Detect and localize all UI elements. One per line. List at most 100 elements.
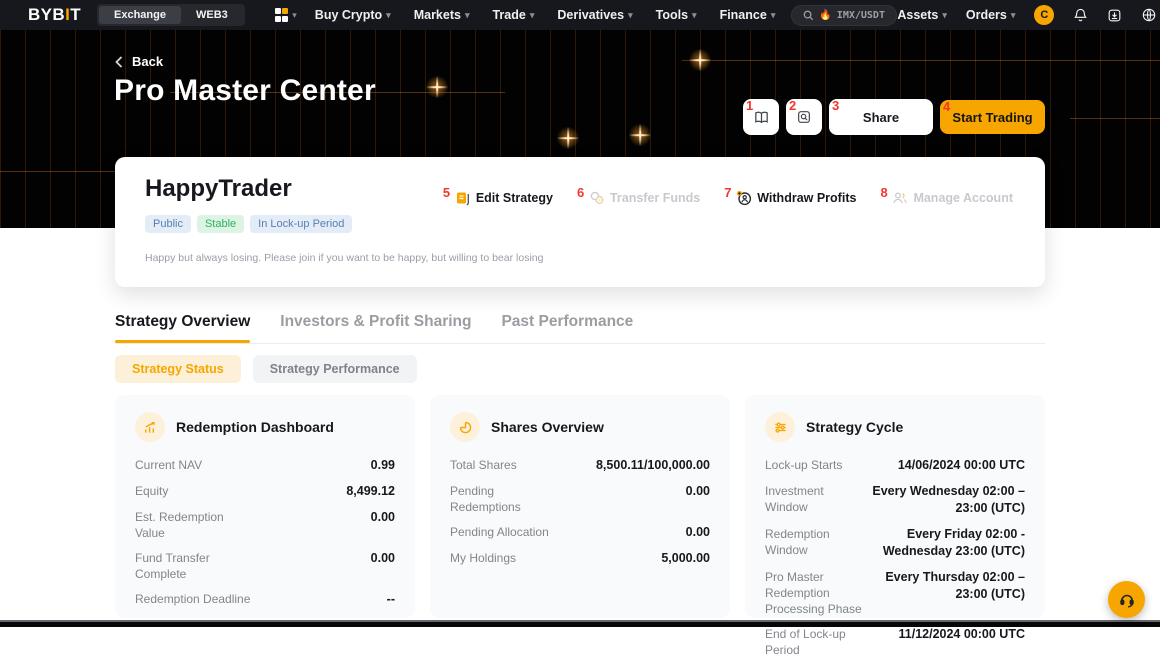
action-label: Manage Account bbox=[913, 191, 1013, 205]
book-icon bbox=[753, 109, 770, 126]
nav-label: Tools bbox=[656, 8, 688, 22]
support-chat-button[interactable] bbox=[1108, 581, 1145, 618]
card-title: Strategy Cycle bbox=[806, 419, 903, 435]
card-rows: Current NAV 0.99 Equity8,499.12 Est. Rede… bbox=[135, 457, 395, 608]
apps-grid-menu[interactable] bbox=[275, 8, 297, 22]
nav-label: Assets bbox=[897, 8, 938, 22]
subtab-strategy-status[interactable]: Strategy Status bbox=[115, 355, 241, 383]
stat-value: 5,000.00 bbox=[661, 550, 710, 567]
trader-profile-card: HappyTrader Public Stable In Lock-up Per… bbox=[115, 157, 1045, 287]
back-button[interactable]: Back bbox=[115, 54, 163, 69]
transfer-funds-button[interactable]: 6 Transfer Funds bbox=[580, 190, 700, 206]
notifications-bell-icon[interactable] bbox=[1073, 7, 1088, 23]
nav-item-finance[interactable]: Finance bbox=[720, 8, 776, 22]
stat-row: Est. Redemption Value0.00 bbox=[135, 509, 395, 541]
strategy-cycle-card: Strategy Cycle Lock-up Starts 14/06/2024 … bbox=[745, 395, 1045, 618]
tab-past-performance[interactable]: Past Performance bbox=[501, 313, 633, 331]
preview-icon bbox=[796, 109, 812, 125]
stat-label: Equity bbox=[135, 483, 168, 499]
nav-item-markets[interactable]: Markets bbox=[414, 8, 470, 22]
stat-value: 0.00 bbox=[686, 483, 710, 500]
nav-label: Markets bbox=[414, 8, 461, 22]
nav-item-tools[interactable]: Tools bbox=[656, 8, 697, 22]
card-rows: Lock-up Starts 14/06/2024 00:00 UTC Inves… bbox=[765, 457, 1025, 658]
manage-account-button[interactable]: 8 Manage Account bbox=[883, 190, 1013, 206]
search-input[interactable]: 🔥 IMX/USDT bbox=[791, 5, 897, 26]
subtab-strategy-performance[interactable]: Strategy Performance bbox=[253, 355, 417, 383]
strategy-description: Happy but always losing. Please join if … bbox=[145, 252, 543, 264]
nav-item-buy-crypto[interactable]: Buy Crypto bbox=[315, 8, 391, 22]
nav-label: Buy Crypto bbox=[315, 8, 382, 22]
withdraw-profits-button[interactable]: 7 Withdraw Profits bbox=[727, 190, 856, 206]
annotation-4: 4 bbox=[943, 100, 950, 113]
nav-item-trade[interactable]: Trade bbox=[492, 8, 534, 22]
status-badge-lockup: In Lock-up Period bbox=[250, 215, 352, 233]
nav-label: Finance bbox=[720, 8, 767, 22]
download-app-icon[interactable] bbox=[1107, 8, 1122, 23]
annotation-5: 5 bbox=[443, 186, 450, 199]
stat-value: Every Friday 02:00 - Wednesday 23:00 (UT… bbox=[845, 526, 1025, 560]
stat-label: Redemption Window bbox=[765, 526, 845, 558]
toggle-web3[interactable]: WEB3 bbox=[181, 6, 243, 24]
stat-row: Redemption Deadline-- bbox=[135, 591, 395, 608]
navbar-right: Assets Orders C bbox=[897, 5, 1157, 25]
tab-investors-profit-sharing[interactable]: Investors & Profit Sharing bbox=[280, 313, 471, 331]
language-globe-icon[interactable] bbox=[1141, 7, 1157, 23]
stat-label: My Holdings bbox=[450, 550, 516, 566]
stat-label: Investment Window bbox=[765, 483, 847, 515]
stat-label: Current NAV bbox=[135, 457, 202, 473]
stat-value: 0.00 bbox=[371, 550, 395, 567]
share-button[interactable]: 3 Share bbox=[829, 99, 933, 135]
back-label: Back bbox=[132, 54, 163, 69]
stat-value: 11/12/2024 00:00 UTC bbox=[899, 626, 1025, 643]
main-menu: Buy Crypto Markets Trade Derivatives Too… bbox=[315, 8, 776, 22]
apps-grid-icon bbox=[275, 8, 289, 22]
tab-strategy-overview[interactable]: Strategy Overview bbox=[115, 313, 250, 331]
guide-book-button[interactable]: 1 bbox=[743, 99, 779, 135]
stat-row: Equity8,499.12 bbox=[135, 483, 395, 500]
stat-row: Total Shares 8,500.11/100,000.00 bbox=[450, 457, 710, 474]
action-label: Withdraw Profits bbox=[757, 191, 856, 205]
nav-item-derivatives[interactable]: Derivatives bbox=[557, 8, 632, 22]
edit-strategy-button[interactable]: 5 Edit Strategy bbox=[446, 190, 553, 206]
start-trading-button[interactable]: 4 Start Trading bbox=[940, 100, 1045, 134]
stat-row: Current NAV 0.99 bbox=[135, 457, 395, 474]
card-header: Redemption Dashboard bbox=[135, 412, 395, 442]
sliders-icon bbox=[765, 412, 795, 442]
headset-icon bbox=[1118, 591, 1136, 609]
logo-text: BYB bbox=[28, 5, 65, 24]
stat-value: -- bbox=[387, 591, 395, 608]
badges-row: Public Stable In Lock-up Period bbox=[145, 215, 352, 233]
card-title: Redemption Dashboard bbox=[176, 419, 334, 435]
stat-row: Pending Allocation 0.00 bbox=[450, 524, 710, 541]
search-query-text: IMX/USDT bbox=[837, 10, 885, 21]
nav-label: Trade bbox=[492, 8, 525, 22]
preview-button[interactable]: 2 bbox=[786, 99, 822, 135]
stat-label: Pending Allocation bbox=[450, 524, 549, 540]
pie-chart-icon bbox=[450, 412, 480, 442]
bybit-logo[interactable]: BYBIT bbox=[28, 5, 81, 25]
redemption-dashboard-card: Redemption Dashboard Current NAV 0.99 Equ… bbox=[115, 395, 415, 618]
card-title: Shares Overview bbox=[491, 419, 604, 435]
user-avatar[interactable]: C bbox=[1034, 5, 1054, 25]
stat-value: Every Thursday 02:00 – 23:00 (UTC) bbox=[883, 569, 1025, 603]
stat-label: Fund Transfer Complete bbox=[135, 550, 253, 582]
edit-strategy-icon bbox=[455, 190, 471, 206]
nav-item-assets[interactable]: Assets bbox=[897, 8, 947, 22]
stat-value: 8,500.11/100,000.00 bbox=[596, 457, 710, 474]
stat-value: 0.99 bbox=[371, 457, 395, 474]
stat-label: Total Shares bbox=[450, 457, 517, 473]
action-label: Edit Strategy bbox=[476, 191, 553, 205]
exchange-web3-toggle: Exchange WEB3 bbox=[97, 4, 245, 26]
stat-row: End of Lock-up Period11/12/2024 00:00 UT… bbox=[765, 626, 1025, 658]
stat-value: 14/06/2024 00:00 UTC bbox=[898, 457, 1025, 474]
nav-item-orders[interactable]: Orders bbox=[966, 8, 1016, 22]
main-tabs: Strategy Overview Investors & Profit Sha… bbox=[115, 313, 1045, 344]
card-header: Strategy Cycle bbox=[765, 412, 1025, 442]
stat-row: Redemption WindowEvery Friday 02:00 - We… bbox=[765, 526, 1025, 560]
stat-value: 0.00 bbox=[686, 524, 710, 541]
toggle-exchange[interactable]: Exchange bbox=[99, 6, 181, 24]
annotation-7: 7 bbox=[724, 186, 731, 199]
annotation-2: 2 bbox=[789, 99, 796, 112]
stat-label: Lock-up Starts bbox=[765, 457, 842, 473]
